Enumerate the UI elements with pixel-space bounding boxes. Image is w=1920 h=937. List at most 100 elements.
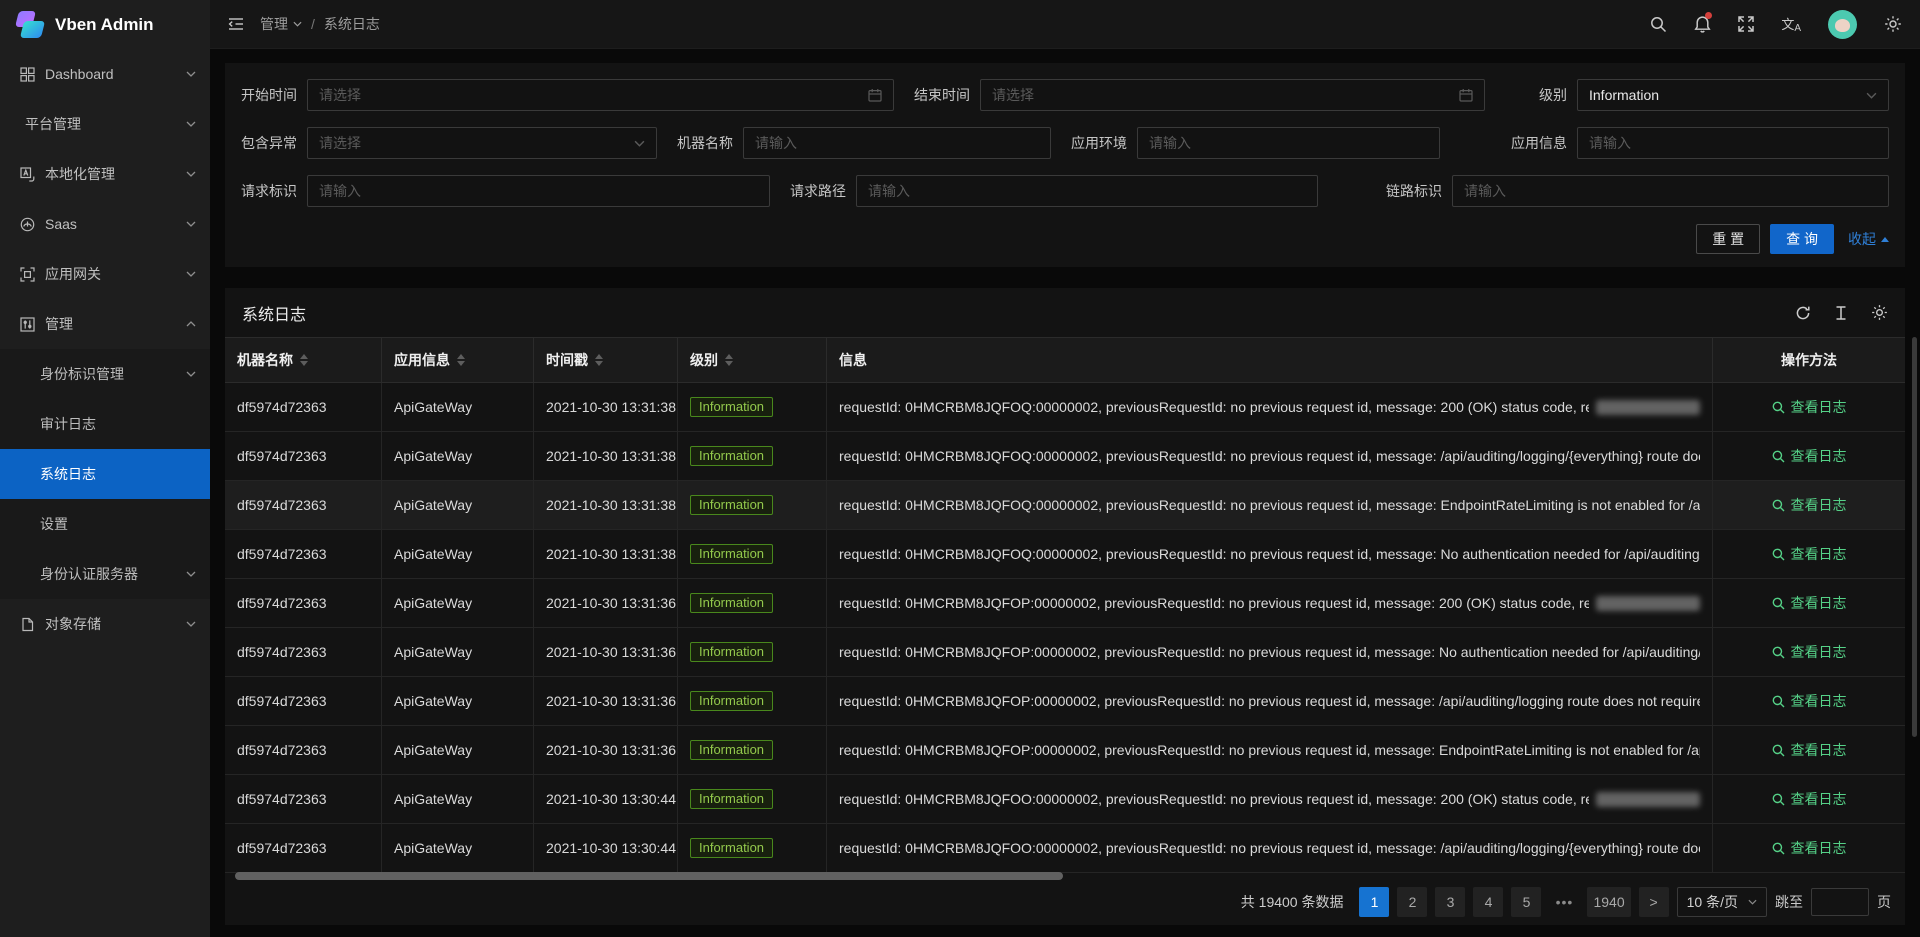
row-height-icon[interactable] [1834, 305, 1848, 321]
breadcrumb-current[interactable]: 系统日志 [324, 14, 380, 34]
dashboard-icon [20, 67, 35, 82]
sidebar: Vben Admin Dashboard平台管理本地化管理Saas应用网关管理身… [0, 0, 210, 937]
view-log-link[interactable]: 查看日志 [1725, 789, 1893, 809]
sort-icon[interactable] [457, 354, 465, 366]
level-badge: Information [690, 838, 773, 858]
sidebar-item-settings[interactable]: 设置 [0, 499, 210, 549]
menu-fold-icon[interactable] [228, 16, 244, 32]
table-title: 系统日志 [242, 301, 306, 325]
sidebar-submenu-manage: 身份标识管理审计日志系统日志设置身份认证服务器 [0, 349, 210, 599]
view-log-link[interactable]: 查看日志 [1725, 593, 1893, 613]
cell-message: requestId: 0HMCRBM8JQFOQ:00000002, previ… [827, 530, 1713, 578]
page-ellipsis: ••• [1549, 887, 1579, 917]
sort-icon[interactable] [595, 354, 603, 366]
cell-app-info: ApiGateWay [382, 726, 534, 774]
end-time-date-picker[interactable]: 请选择 [980, 79, 1485, 111]
jump-page-input[interactable] [1811, 888, 1869, 916]
sidebar-item-gateway[interactable]: 应用网关 [0, 249, 210, 299]
settings-icon[interactable] [1884, 15, 1902, 33]
vertical-scrollbar[interactable] [1912, 337, 1917, 737]
sidebar-item-system-log[interactable]: 系统日志 [0, 449, 210, 499]
avatar[interactable] [1828, 10, 1857, 39]
sidebar-item-platform[interactable]: 平台管理 [0, 99, 210, 149]
page-button-2[interactable]: 2 [1397, 887, 1427, 917]
cell-timestamp: 2021-10-30 13:31:38 [534, 432, 678, 480]
page-button-4[interactable]: 4 [1473, 887, 1503, 917]
app-environment-input[interactable]: 请输入 [1137, 127, 1440, 159]
refresh-icon[interactable] [1795, 305, 1811, 321]
sidebar-item-label: 身份认证服务器 [40, 564, 138, 584]
search-icon[interactable] [1650, 16, 1667, 33]
chevron-up-icon [1881, 237, 1889, 242]
sort-icon[interactable] [300, 354, 308, 366]
chevron-down-icon [186, 621, 196, 627]
request-id-input[interactable]: 请输入 [307, 175, 770, 207]
view-log-link[interactable]: 查看日志 [1725, 838, 1893, 858]
next-page-button[interactable]: > [1639, 887, 1669, 917]
cell-timestamp: 2021-10-30 13:30:44 [534, 824, 678, 872]
app-logo[interactable]: Vben Admin [0, 0, 210, 49]
column-settings-icon[interactable] [1871, 304, 1888, 321]
view-log-link[interactable]: 查看日志 [1725, 740, 1893, 760]
chevron-down-icon [1866, 92, 1877, 99]
sort-icon[interactable] [725, 354, 733, 366]
app-info-input[interactable]: 请输入 [1577, 127, 1889, 159]
page-button-1[interactable]: 1 [1359, 887, 1389, 917]
page-button-5[interactable]: 5 [1511, 887, 1541, 917]
sidebar-item-saas[interactable]: Saas [0, 199, 210, 249]
gateway-icon [20, 267, 35, 282]
sidebar-item-manage[interactable]: 管理 [0, 299, 210, 349]
view-log-link[interactable]: 查看日志 [1725, 544, 1893, 564]
page-button-1940[interactable]: 1940 [1587, 887, 1630, 917]
level-select[interactable]: Information [1577, 79, 1889, 111]
sidebar-item-object-storage[interactable]: 对象存储 [0, 599, 210, 649]
view-log-link[interactable]: 查看日志 [1725, 495, 1893, 515]
filter-panel: 开始时间请选择结束时间请选择级别Information包含异常请选择机器名称请输… [225, 63, 1905, 267]
translate-icon[interactable]: 文A [1781, 14, 1801, 34]
trace-id-input[interactable]: 请输入 [1452, 175, 1889, 207]
breadcrumb: 管理 / 系统日志 [260, 14, 380, 34]
sidebar-item-auth-server[interactable]: 身份认证服务器 [0, 549, 210, 599]
sidebar-item-audit-log[interactable]: 审计日志 [0, 399, 210, 449]
bell-icon[interactable] [1694, 15, 1711, 33]
view-log-link[interactable]: 查看日志 [1725, 446, 1893, 466]
breadcrumb-root[interactable]: 管理 [260, 14, 302, 34]
header-actions: 文A [1650, 10, 1902, 39]
view-log-link[interactable]: 查看日志 [1725, 397, 1893, 417]
cell-timestamp: 2021-10-30 13:31:38 [534, 383, 678, 431]
cell-timestamp: 2021-10-30 13:31:38 [534, 530, 678, 578]
request-path-label: 请求路径 [790, 181, 846, 201]
column-header-机器名称[interactable]: 机器名称 [225, 338, 382, 382]
sidebar-item-dashboard[interactable]: Dashboard [0, 49, 210, 99]
localization-icon [20, 167, 35, 182]
collapse-link[interactable]: 收起 [1848, 229, 1889, 249]
sidebar-item-localization[interactable]: 本地化管理 [0, 149, 210, 199]
page-button-3[interactable]: 3 [1435, 887, 1465, 917]
fullscreen-icon[interactable] [1738, 16, 1754, 32]
log-table-panel: 系统日志 机器名称应用信息时间戳级别信息操作方法 df5974d72363Api… [225, 288, 1905, 925]
view-log-link[interactable]: 查看日志 [1725, 691, 1893, 711]
cell-actions: 查看日志 [1713, 775, 1905, 823]
magnifier-icon [1772, 793, 1785, 806]
storage-icon [20, 617, 35, 632]
search-button[interactable]: 查 询 [1770, 224, 1834, 254]
sidebar-item-identity[interactable]: 身份标识管理 [0, 349, 210, 399]
horizontal-scrollbar[interactable] [235, 872, 1063, 880]
column-header-应用信息[interactable]: 应用信息 [382, 338, 534, 382]
magnifier-icon [1772, 401, 1785, 414]
column-header-时间戳[interactable]: 时间戳 [534, 338, 678, 382]
cell-timestamp: 2021-10-30 13:31:38 [534, 481, 678, 529]
include-exception-select[interactable]: 请选择 [307, 127, 657, 159]
column-header-级别[interactable]: 级别 [678, 338, 827, 382]
redacted-text [1596, 792, 1700, 807]
cell-message: requestId: 0HMCRBM8JQFOQ:00000002, previ… [827, 432, 1713, 480]
page-size-select[interactable]: 10 条/页 [1677, 887, 1767, 917]
request-path-input[interactable]: 请输入 [856, 175, 1318, 207]
start-time-date-picker[interactable]: 请选择 [307, 79, 894, 111]
view-log-link[interactable]: 查看日志 [1725, 642, 1893, 662]
app-info-label: 应用信息 [1511, 133, 1567, 153]
machine-name-input[interactable]: 请输入 [743, 127, 1051, 159]
reset-button[interactable]: 重 置 [1696, 224, 1760, 254]
calendar-icon [868, 88, 882, 102]
level-badge: Information [690, 691, 773, 711]
